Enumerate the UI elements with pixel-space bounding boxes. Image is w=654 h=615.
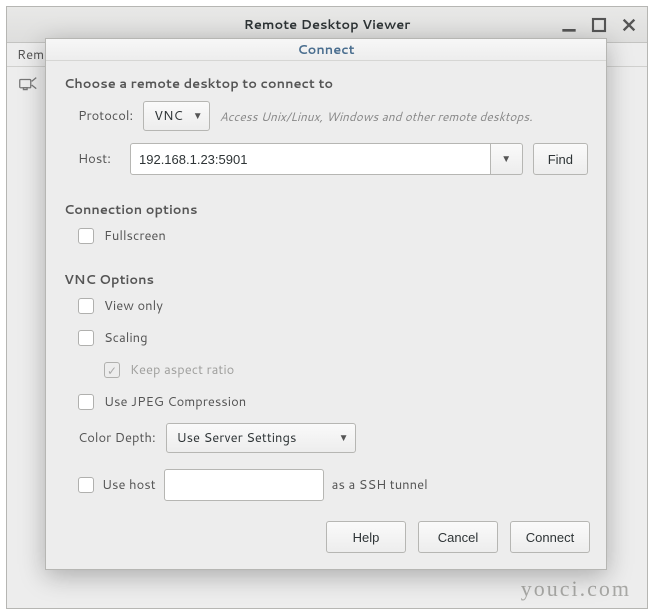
window-controls: [561, 17, 637, 33]
fullscreen-label: Fullscreen: [104, 227, 166, 245]
view-only-row: View only: [78, 297, 588, 315]
fullscreen-row: Fullscreen: [78, 227, 588, 245]
keep-aspect-label: Keep aspect ratio: [130, 361, 234, 379]
host-label: Host:: [78, 150, 120, 168]
color-depth-label: Color Depth:: [78, 429, 156, 447]
color-depth-value: Use Server Settings: [177, 429, 297, 447]
help-button[interactable]: Help: [326, 521, 406, 553]
scaling-row: Scaling: [78, 329, 588, 347]
host-dropdown-button[interactable]: ▼: [491, 143, 523, 175]
heading-connection-options: Connection options: [64, 201, 588, 219]
dialog-title: Connect: [46, 39, 606, 61]
connect-button[interactable]: Connect: [510, 521, 590, 553]
heading-vnc-options: VNC Options: [64, 271, 588, 289]
window-title: Remote Desktop Viewer: [15, 16, 639, 34]
protocol-label: Protocol:: [78, 107, 133, 125]
cancel-button[interactable]: Cancel: [418, 521, 498, 553]
jpeg-checkbox[interactable]: [78, 394, 94, 410]
protocol-combo[interactable]: VNC ▼: [143, 101, 210, 131]
host-input[interactable]: [130, 143, 491, 175]
connect-toolbutton-icon[interactable]: [17, 74, 39, 96]
ssh-row: Use host as a SSH tunnel: [78, 469, 588, 501]
connect-dialog: Connect Choose a remote desktop to conne…: [45, 38, 607, 570]
close-button[interactable]: [621, 17, 637, 33]
keep-aspect-row: Keep aspect ratio: [104, 361, 588, 379]
scaling-label: Scaling: [104, 329, 148, 347]
ssh-use-host-label: Use host: [102, 476, 156, 494]
heading-choose-remote: Choose a remote desktop to connect to: [64, 75, 588, 93]
protocol-hint: Access Unix/Linux, Windows and other rem…: [220, 108, 533, 125]
jpeg-row: Use JPEG Compression: [78, 393, 588, 411]
watermark: youci.com: [521, 576, 631, 602]
view-only-checkbox[interactable]: [78, 298, 94, 314]
host-row: Host: ▼ Find: [78, 143, 588, 175]
protocol-value: VNC: [154, 107, 183, 125]
chevron-down-icon: ▼: [193, 109, 203, 123]
dialog-actions: Help Cancel Connect: [46, 511, 606, 569]
protocol-row: Protocol: VNC ▼ Access Unix/Linux, Windo…: [78, 101, 588, 131]
find-button[interactable]: Find: [533, 143, 588, 175]
maximize-button[interactable]: [591, 17, 607, 33]
color-depth-combo[interactable]: Use Server Settings ▼: [166, 423, 356, 453]
scaling-checkbox[interactable]: [78, 330, 94, 346]
jpeg-label: Use JPEG Compression: [104, 393, 246, 411]
ssh-use-host-checkbox[interactable]: [78, 477, 94, 493]
view-only-label: View only: [104, 297, 163, 315]
ssh-host-input[interactable]: [164, 469, 324, 501]
minimize-button[interactable]: [561, 17, 577, 33]
dialog-body: Choose a remote desktop to connect to Pr…: [46, 61, 606, 511]
color-depth-row: Color Depth: Use Server Settings ▼: [78, 423, 588, 453]
host-input-group: ▼: [130, 143, 523, 175]
keep-aspect-checkbox: [104, 362, 120, 378]
chevron-down-icon: ▼: [501, 152, 511, 166]
chevron-down-icon: ▼: [339, 431, 349, 445]
ssh-suffix-label: as a SSH tunnel: [332, 476, 428, 494]
fullscreen-checkbox[interactable]: [78, 228, 94, 244]
